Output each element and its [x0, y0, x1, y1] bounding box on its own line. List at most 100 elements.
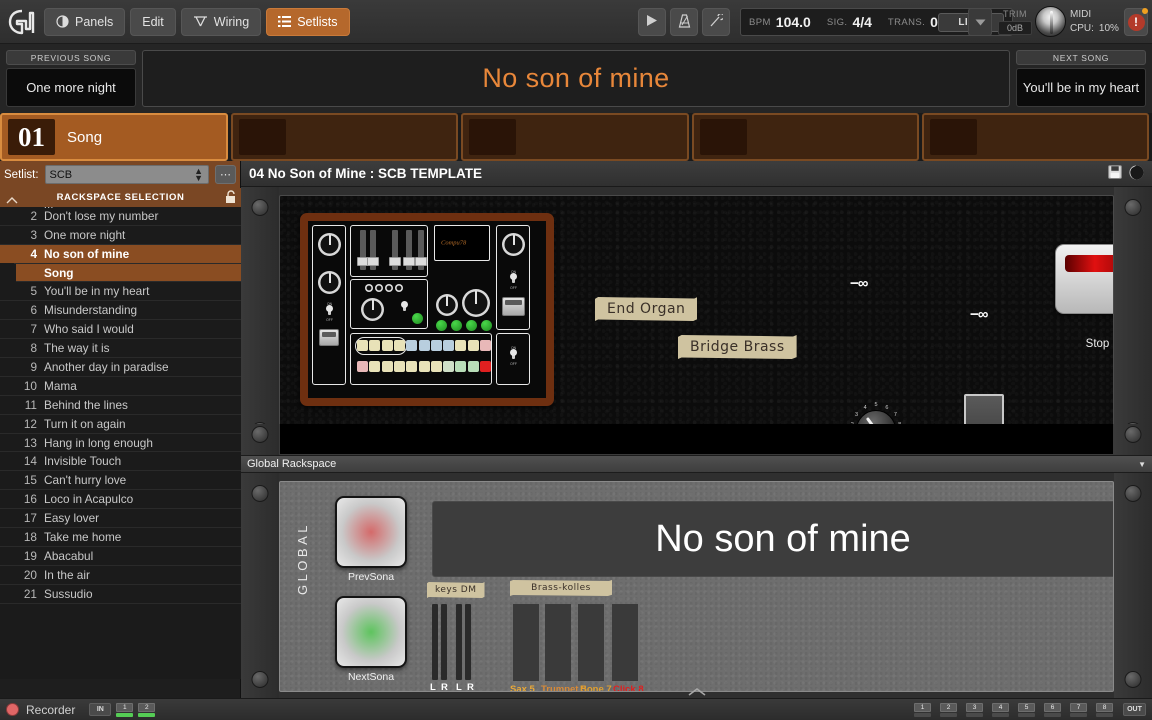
device-pad-top-11[interactable]: [480, 340, 491, 351]
device-minknob-2[interactable]: [375, 284, 383, 292]
save-icon[interactable]: [1108, 165, 1122, 182]
device-pad-bottom-7[interactable]: [430, 361, 442, 372]
edit-button[interactable]: Edit: [130, 7, 176, 36]
song-part-button-1[interactable]: 01 Song: [0, 113, 228, 161]
output-channel-5[interactable]: 5: [1018, 702, 1035, 717]
global-expander-handle[interactable]: [241, 686, 1152, 698]
device-pad-bottom-6[interactable]: [418, 361, 430, 372]
song-part-button-5[interactable]: [921, 113, 1149, 161]
device-knob-6[interactable]: [502, 233, 525, 256]
sig-value[interactable]: 4/4: [852, 14, 871, 30]
device-pad-bottom-1[interactable]: [357, 361, 368, 372]
device-toggle-1[interactable]: ON OFF: [324, 302, 335, 322]
song-list-row[interactable]: 4 No son of mine: [0, 244, 241, 264]
prev-song-pad-button[interactable]: [335, 496, 407, 568]
device-fader-4[interactable]: [403, 230, 415, 270]
collapse-caret-icon[interactable]: [6, 193, 18, 207]
trans-value[interactable]: 0: [930, 14, 938, 30]
device-fader-3[interactable]: [389, 230, 401, 270]
device-fader-2[interactable]: [367, 230, 379, 270]
device-fader-1[interactable]: [357, 230, 369, 270]
device-knob-5[interactable]: [462, 289, 490, 317]
device-minknob-3[interactable]: [385, 284, 393, 292]
song-list-row[interactable]: 10 Mama: [0, 377, 241, 396]
device-pad-bottom-5[interactable]: [406, 361, 418, 372]
knob-icon[interactable]: [1129, 165, 1144, 183]
device-pad-top-6[interactable]: [418, 340, 430, 351]
output-channel-7[interactable]: 7: [1070, 702, 1087, 717]
bpm-value[interactable]: 104.0: [776, 14, 811, 30]
song-list[interactable]: 1Something happened on the way to ...2Do…: [0, 188, 241, 679]
device-pad-top-4[interactable]: [393, 340, 405, 351]
master-volume-knob[interactable]: [1035, 6, 1066, 37]
device-pad-top-9[interactable]: [455, 340, 467, 351]
song-list-row[interactable]: 14 Invisible Touch: [0, 452, 241, 472]
device-knob-3[interactable]: [361, 298, 384, 321]
song-list-row[interactable]: 20 In the air: [0, 566, 241, 585]
song-list-part-row[interactable]: Song: [16, 263, 241, 283]
setlists-button[interactable]: Setlists: [266, 7, 350, 36]
device-toggle-3[interactable]: ON OFF: [508, 270, 519, 290]
device-pad-top-5[interactable]: [406, 340, 418, 351]
output-channel-1[interactable]: 1: [914, 702, 931, 717]
device-knob-4[interactable]: [436, 294, 458, 316]
previous-song-button[interactable]: One more night: [6, 68, 136, 107]
song-list-row[interactable]: 17 Easy lover: [0, 509, 241, 529]
device-pad-top-1[interactable]: [357, 340, 368, 351]
device-toggle-2[interactable]: [399, 301, 410, 315]
output-channel-4[interactable]: 4: [992, 702, 1009, 717]
tuner-button[interactable]: [702, 8, 730, 36]
song-list-row[interactable]: 6 Misunderstanding: [0, 301, 241, 321]
device-minknob-1[interactable]: [365, 284, 373, 292]
song-list-row[interactable]: 3 One more night: [0, 226, 241, 245]
global-rackspace-header[interactable]: Global Rackspace ▼: [241, 455, 1152, 473]
device-toggle-4[interactable]: ON OFF: [508, 346, 519, 366]
device-pad-top-3[interactable]: [381, 340, 393, 351]
trim-control[interactable]: TRIM 0dB: [998, 9, 1032, 35]
lock-icon[interactable]: [224, 190, 237, 208]
device-pad-bottom-4[interactable]: [393, 361, 405, 372]
input-channel-2[interactable]: 2: [138, 702, 156, 717]
next-song-pad-button[interactable]: [335, 596, 407, 668]
panels-button[interactable]: Panels: [44, 7, 126, 36]
song-list-row[interactable]: 16 Loco in Acapulco: [0, 490, 241, 510]
plugin-device-panel[interactable]: ON OFF Compu78 ON OFF ON OFF: [300, 213, 554, 406]
output-channel-8[interactable]: 8: [1096, 702, 1113, 717]
song-part-button-3[interactable]: [461, 113, 689, 161]
device-pad-bottom-8[interactable]: [443, 361, 455, 372]
device-fader-5[interactable]: [415, 230, 427, 270]
next-song-button[interactable]: You'll be in my heart: [1016, 68, 1146, 107]
song-list-row[interactable]: 21 Sussudio: [0, 585, 241, 604]
device-pad-bottom-2[interactable]: [369, 361, 381, 372]
output-channel-2[interactable]: 2: [940, 702, 957, 717]
song-part-button-2[interactable]: [231, 113, 459, 161]
output-channel-6[interactable]: 6: [1044, 702, 1061, 717]
song-list-row[interactable]: 9 Another day in paradise: [0, 358, 241, 377]
song-list-row[interactable]: 19 Abacabul: [0, 547, 241, 566]
device-knob-1[interactable]: [318, 233, 341, 256]
device-pad-top-10[interactable]: [467, 340, 479, 351]
song-list-row[interactable]: 15 Can't hurry love: [0, 471, 241, 491]
song-list-row[interactable]: 5 You'll be in my heart: [0, 282, 241, 302]
rackspace-selection-bar[interactable]: RACKSPACE SELECTION: [0, 188, 241, 207]
stop-button[interactable]: [1055, 244, 1113, 314]
device-pad-top-2[interactable]: [369, 340, 381, 351]
song-list-row[interactable]: 18 Take me home: [0, 528, 241, 547]
device-slider-1[interactable]: [319, 329, 339, 346]
device-pad-bottom-9[interactable]: [455, 361, 467, 372]
metronome-button[interactable]: [670, 8, 698, 36]
song-list-row[interactable]: 11 Behind the lines: [0, 396, 241, 415]
tempo-dropdown-button[interactable]: [968, 8, 992, 36]
audio-in-button[interactable]: IN: [89, 703, 112, 716]
device-slider-2[interactable]: [502, 297, 525, 316]
song-part-button-4[interactable]: [691, 113, 919, 161]
song-list-row[interactable]: 12 Turn it on again: [0, 415, 241, 434]
global-collapse-icon[interactable]: ▼: [1138, 460, 1146, 469]
device-pad-top-8[interactable]: [443, 340, 455, 351]
device-minknob-4[interactable]: [395, 284, 403, 292]
song-list-row[interactable]: 8 The way it is: [0, 339, 241, 359]
setlist-options-button[interactable]: ⋯: [215, 165, 236, 184]
wiring-button[interactable]: Wiring: [180, 7, 262, 36]
record-icon[interactable]: [6, 703, 19, 716]
audio-out-button[interactable]: OUT: [1123, 703, 1146, 716]
